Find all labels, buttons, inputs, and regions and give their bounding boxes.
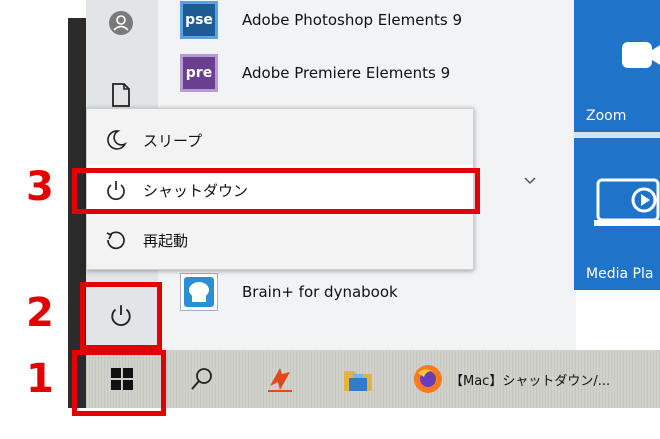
- photoshop-elements-icon: pse: [180, 1, 218, 39]
- premiere-elements-icon: pre: [180, 54, 218, 92]
- step-number-2: 2: [26, 290, 54, 336]
- annotation-box-3: [72, 168, 480, 214]
- app-label: Brain+ for dynabook: [242, 283, 398, 301]
- step-number-3: 3: [26, 164, 54, 210]
- app-label: Adobe Photoshop Elements 9: [242, 11, 463, 29]
- taskbar-app-button[interactable]: [258, 350, 302, 408]
- folder-icon: [344, 371, 372, 391]
- sleep-menu-item[interactable]: スリープ: [87, 115, 473, 165]
- annotation-box-2: [80, 282, 162, 350]
- document-icon[interactable]: [106, 80, 136, 110]
- search-icon: [191, 368, 212, 390]
- annotation-box-1: [72, 350, 166, 416]
- list-item[interactable]: Brain+ for dynabook: [180, 272, 398, 312]
- user-avatar-icon[interactable]: [106, 8, 136, 38]
- list-item[interactable]: pse Adobe Photoshop Elements 9: [180, 0, 462, 40]
- tile-area: Zoom Media Pla: [574, 0, 660, 290]
- restart-label: 再起動: [143, 231, 189, 250]
- brain-plus-icon: [180, 273, 218, 311]
- zoom-camera-icon: [622, 42, 660, 68]
- chevron-down-icon[interactable]: [520, 170, 540, 190]
- restart-menu-item[interactable]: 再起動: [87, 215, 473, 265]
- app-label: Adobe Premiere Elements 9: [242, 64, 451, 82]
- firefox-icon: [414, 365, 442, 393]
- app-icon-text: pse: [185, 12, 213, 28]
- firefox-taskbar-button[interactable]: 【Mac】シャットダウン/...: [412, 350, 652, 408]
- moon-icon: [103, 127, 129, 153]
- restart-icon: [103, 227, 129, 253]
- tile-label: Media Pla: [586, 266, 654, 282]
- tile-zoom[interactable]: Zoom: [574, 0, 660, 132]
- list-item[interactable]: pre Adobe Premiere Elements 9: [180, 53, 450, 93]
- step-number-1: 1: [26, 356, 54, 402]
- browser-tab-label: 【Mac】シャットダウン/...: [450, 373, 611, 389]
- tile-label: Zoom: [586, 108, 627, 124]
- sleep-label: スリープ: [143, 131, 203, 150]
- search-button[interactable]: [180, 350, 224, 408]
- app-logo-icon: [268, 368, 292, 392]
- app-icon-text: pre: [185, 65, 213, 81]
- tile-media-player[interactable]: Media Pla: [574, 138, 660, 290]
- file-explorer-button[interactable]: [336, 350, 380, 408]
- media-player-icon: [594, 178, 660, 226]
